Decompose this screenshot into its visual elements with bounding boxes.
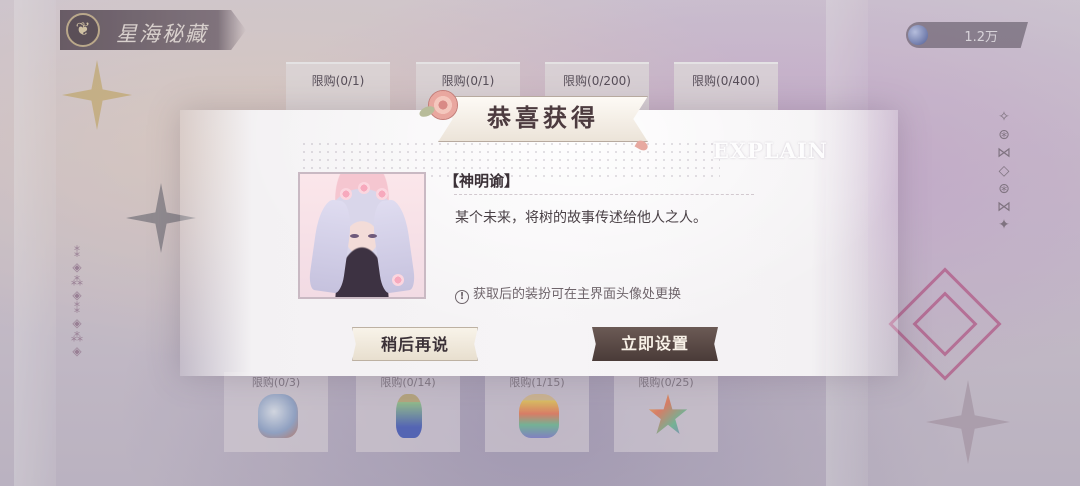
set-now-button[interactable]: 立即设置: [592, 327, 718, 361]
later-button[interactable]: 稍后再说: [352, 327, 478, 361]
warning-icon: !: [455, 290, 469, 304]
item-name: 【神明谕】: [444, 172, 520, 190]
portrait-hair: [307, 198, 355, 294]
portrait-eye: [368, 234, 377, 238]
divider: [454, 194, 754, 195]
flower-icon: [392, 274, 404, 286]
flower-icon: [376, 188, 388, 200]
usage-note: ! 获取后的装扮可在主界面头像处更换: [455, 283, 681, 304]
reward-banner: 恭喜获得: [424, 88, 656, 153]
explain-watermark: EXPLAIN: [712, 138, 828, 163]
avatar-frame-preview: [298, 172, 426, 299]
portrait-eye: [350, 234, 359, 238]
flower-icon: [358, 182, 370, 194]
flower-icon: [340, 188, 352, 200]
item-description: 某个未来，将树的故事传述给他人之人。: [455, 210, 707, 226]
banner-title: 恭喜获得: [487, 103, 599, 132]
rose-icon: [428, 90, 458, 120]
usage-note-text: 获取后的装扮可在主界面头像处更换: [473, 287, 682, 302]
